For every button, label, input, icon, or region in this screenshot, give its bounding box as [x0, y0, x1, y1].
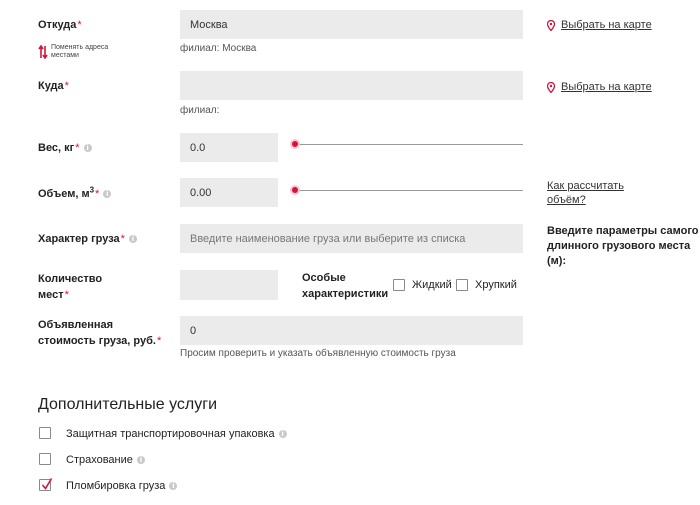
- protective-packaging-label[interactable]: Защитная транспортировочная упаковка i: [66, 428, 287, 440]
- info-icon[interactable]: i: [103, 190, 112, 199]
- declared-value-label: Объявленная стоимость груза, руб.*: [38, 319, 162, 347]
- required-marker: *: [64, 289, 69, 301]
- swap-addresses-button[interactable]: Поменять адреса местами: [38, 44, 118, 60]
- special-label: Особые характеристики: [302, 272, 389, 300]
- insurance-checkbox[interactable]: [39, 453, 51, 465]
- to-branch: филиал:: [180, 105, 220, 116]
- map-pin-icon: [547, 81, 555, 93]
- to-label: Куда*: [38, 80, 69, 92]
- longest-place-label: Введите параметры самого длинного грузов…: [547, 225, 699, 267]
- check-icon: [41, 478, 53, 490]
- cargo-type-input[interactable]: Введите наименование груза или выберите …: [180, 224, 523, 253]
- fragile-label[interactable]: Хрупкий: [475, 279, 517, 291]
- volume-input[interactable]: 0.00: [180, 178, 278, 207]
- required-marker: *: [75, 142, 80, 154]
- volume-label: Объем, м3* i: [38, 186, 112, 202]
- to-input[interactable]: [180, 71, 523, 100]
- map-pin-icon: [547, 19, 555, 31]
- info-icon[interactable]: i: [128, 235, 137, 244]
- from-map-link[interactable]: Выбрать на карте: [547, 19, 652, 31]
- protective-packaging-checkbox[interactable]: [39, 427, 51, 439]
- volume-calc-link[interactable]: Как рассчитать объём?: [547, 179, 627, 207]
- volume-slider-handle[interactable]: [290, 185, 300, 195]
- info-icon[interactable]: i: [136, 456, 145, 465]
- required-marker: *: [120, 233, 125, 245]
- weight-slider-track[interactable]: [292, 144, 523, 145]
- fragile-checkbox[interactable]: [456, 279, 468, 291]
- sealing-checkbox[interactable]: [39, 478, 53, 491]
- places-input[interactable]: [180, 270, 278, 300]
- sealing-label[interactable]: Пломбировка груза i: [66, 480, 178, 492]
- from-input[interactable]: Москва: [180, 10, 523, 39]
- places-label: Количество мест*: [38, 273, 103, 301]
- required-marker: *: [156, 335, 162, 347]
- info-icon[interactable]: i: [278, 430, 287, 439]
- swap-arrows-icon: [38, 45, 48, 59]
- liquid-checkbox[interactable]: [393, 279, 405, 291]
- weight-slider-handle[interactable]: [290, 139, 300, 149]
- insurance-label[interactable]: Страхование i: [66, 454, 145, 466]
- additional-services-title: Дополнительные услуги: [38, 396, 218, 413]
- required-marker: *: [77, 19, 82, 31]
- declared-value-input[interactable]: 0: [180, 316, 523, 345]
- from-branch: филиал: Москва: [180, 43, 257, 54]
- volume-slider-track[interactable]: [292, 190, 523, 191]
- cargo-type-label: Характер груза* i: [38, 231, 137, 247]
- weight-label: Вес, кг* i: [38, 140, 92, 156]
- weight-input[interactable]: 0.0: [180, 133, 278, 162]
- liquid-label[interactable]: Жидкий: [412, 279, 452, 291]
- required-marker: *: [64, 80, 69, 92]
- required-marker: *: [95, 188, 100, 200]
- to-map-link[interactable]: Выбрать на карте: [547, 81, 652, 93]
- declared-value-hint: Просим проверить и указать объявленную с…: [180, 348, 456, 359]
- from-label: Откуда*: [38, 19, 82, 31]
- info-icon[interactable]: i: [169, 482, 178, 491]
- info-icon[interactable]: i: [83, 144, 92, 153]
